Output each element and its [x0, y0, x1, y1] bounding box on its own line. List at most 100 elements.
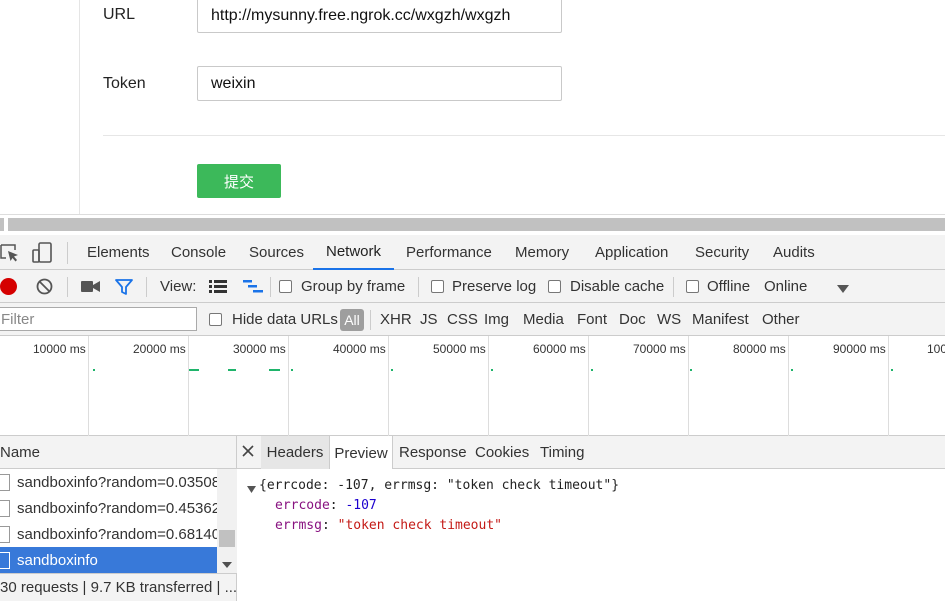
- scrollbar-arrow[interactable]: [0, 218, 4, 231]
- filter-type-other[interactable]: Other: [762, 303, 800, 336]
- tab-preview[interactable]: Preview: [329, 436, 393, 470]
- overview-tick: 50000 ms: [433, 342, 486, 356]
- scroll-down-icon[interactable]: [222, 556, 232, 568]
- tab-response[interactable]: Response: [399, 436, 467, 469]
- disable-cache-checkbox[interactable]: [548, 280, 561, 293]
- filter-type-media[interactable]: Media: [523, 303, 564, 336]
- overview-gridline: [588, 336, 589, 436]
- overview-request-mark: [228, 369, 236, 371]
- request-row[interactable]: sandboxinfo?random=0.03508: [0, 469, 217, 495]
- request-icon: [0, 551, 10, 569]
- overview-request-mark: [791, 369, 793, 371]
- tab-cookies[interactable]: Cookies: [475, 436, 529, 469]
- overview-tick: 40000 ms: [333, 342, 386, 356]
- json-colon: :: [321, 518, 338, 533]
- overview-request-mark: [291, 369, 293, 371]
- filter-type-font[interactable]: Font: [577, 303, 607, 336]
- record-icon[interactable]: [0, 278, 17, 295]
- tabbar-separator: [67, 242, 68, 264]
- overview-tick: 10000 ms: [33, 342, 86, 356]
- scrollbar-thumb[interactable]: [8, 218, 945, 231]
- filter-icon[interactable]: [115, 279, 133, 296]
- tab-memory[interactable]: Memory: [515, 235, 569, 270]
- filter-type-js[interactable]: JS: [420, 303, 438, 336]
- overview-tick: 30000 ms: [233, 342, 286, 356]
- url-input[interactable]: http://mysunny.free.ngrok.cc/wxgzh/wxgzh: [197, 0, 562, 33]
- hide-data-urls-checkbox[interactable]: [209, 313, 222, 326]
- filter-input[interactable]: Filter: [0, 307, 197, 331]
- group-by-frame-checkbox[interactable]: [279, 280, 292, 293]
- toolbar-separator: [673, 277, 674, 297]
- device-toolbar-icon[interactable]: [32, 242, 52, 264]
- offline-label: Offline: [707, 278, 751, 295]
- toolbar-separator: [418, 277, 419, 297]
- json-string-value: "token check timeout": [337, 518, 502, 533]
- overview-request-mark: [891, 369, 893, 371]
- filter-type-all[interactable]: All: [340, 309, 364, 331]
- inspect-element-icon[interactable]: [0, 243, 20, 263]
- toolbar-separator: [146, 277, 147, 297]
- filter-type-css[interactable]: CSS: [447, 303, 478, 336]
- tab-sources[interactable]: Sources: [249, 235, 304, 270]
- tab-performance[interactable]: Performance: [406, 235, 492, 270]
- token-label: Token: [103, 75, 146, 92]
- overview-tick: 60000 ms: [533, 342, 586, 356]
- scrollbar-thumb[interactable]: [219, 530, 235, 547]
- request-row-selected[interactable]: sandboxinfo: [0, 547, 217, 573]
- toolbar-separator: [67, 277, 68, 297]
- close-icon[interactable]: [242, 444, 254, 457]
- overview-gridline: [288, 336, 289, 436]
- tab-audits[interactable]: Audits: [773, 235, 815, 270]
- network-status-bar: 30 requests | 9.7 KB transferred | ...: [0, 573, 237, 601]
- overview-gridline: [488, 336, 489, 436]
- overview-request-mark: [189, 369, 199, 371]
- camera-icon[interactable]: [81, 280, 100, 293]
- tab-elements[interactable]: Elements: [87, 235, 150, 270]
- overview-request-mark: [269, 369, 280, 371]
- request-row[interactable]: sandboxinfo?random=0.45362: [0, 495, 217, 521]
- json-property-errmsg: errmsg: "token check timeout": [275, 518, 502, 533]
- tab-security[interactable]: Security: [695, 235, 749, 270]
- url-label: URL: [103, 6, 136, 23]
- chevron-down-icon[interactable]: [837, 281, 849, 293]
- overview-tick: 70000 ms: [633, 342, 686, 356]
- filter-type-doc[interactable]: Doc: [619, 303, 646, 336]
- expand-triangle-icon[interactable]: [247, 481, 256, 493]
- token-input[interactable]: weixin: [197, 66, 562, 101]
- overview-request-mark: [93, 369, 95, 371]
- name-column-header[interactable]: Name: [0, 436, 237, 469]
- submit-button[interactable]: 提交: [197, 164, 281, 198]
- waterfall-overview-icon[interactable]: [243, 279, 263, 293]
- tab-console[interactable]: Console: [171, 235, 226, 270]
- form-left-border: [79, 0, 80, 214]
- offline-checkbox[interactable]: [686, 280, 699, 293]
- filter-type-ws[interactable]: WS: [657, 303, 681, 336]
- overview-tick: 20000 ms: [133, 342, 186, 356]
- filter-type-xhr[interactable]: XHR: [380, 303, 412, 336]
- json-key: errcode: [275, 498, 330, 513]
- tab-headers[interactable]: Headers: [261, 436, 329, 469]
- tab-network[interactable]: Network: [313, 235, 394, 270]
- tab-application[interactable]: Application: [595, 235, 668, 270]
- json-summary: {errcode: -107, errmsg: "token check tim…: [259, 478, 620, 493]
- large-rows-icon[interactable]: [209, 279, 227, 293]
- overview-tick: 100: [927, 342, 945, 356]
- overview-request-mark: [591, 369, 593, 371]
- overview-gridline: [388, 336, 389, 436]
- clear-icon[interactable]: [36, 278, 53, 295]
- request-row[interactable]: sandboxinfo?random=0.68140: [0, 521, 217, 547]
- overview-request-mark: [391, 369, 393, 371]
- tab-timing[interactable]: Timing: [540, 436, 584, 469]
- json-property-errcode: errcode: -107: [275, 498, 377, 513]
- filterbar-separator: [370, 310, 371, 330]
- preserve-log-checkbox[interactable]: [431, 280, 444, 293]
- overview-gridline: [188, 336, 189, 436]
- hide-data-urls-label: Hide data URLs: [232, 311, 338, 328]
- filter-type-manifest[interactable]: Manifest: [692, 303, 749, 336]
- throttle-select[interactable]: Online: [764, 270, 807, 303]
- form-divider: [103, 135, 945, 136]
- request-icon: [0, 525, 10, 543]
- json-number-value: -107: [345, 498, 377, 513]
- request-name: sandboxinfo?random=0.03508: [17, 473, 217, 491]
- filter-type-img[interactable]: Img: [484, 303, 509, 336]
